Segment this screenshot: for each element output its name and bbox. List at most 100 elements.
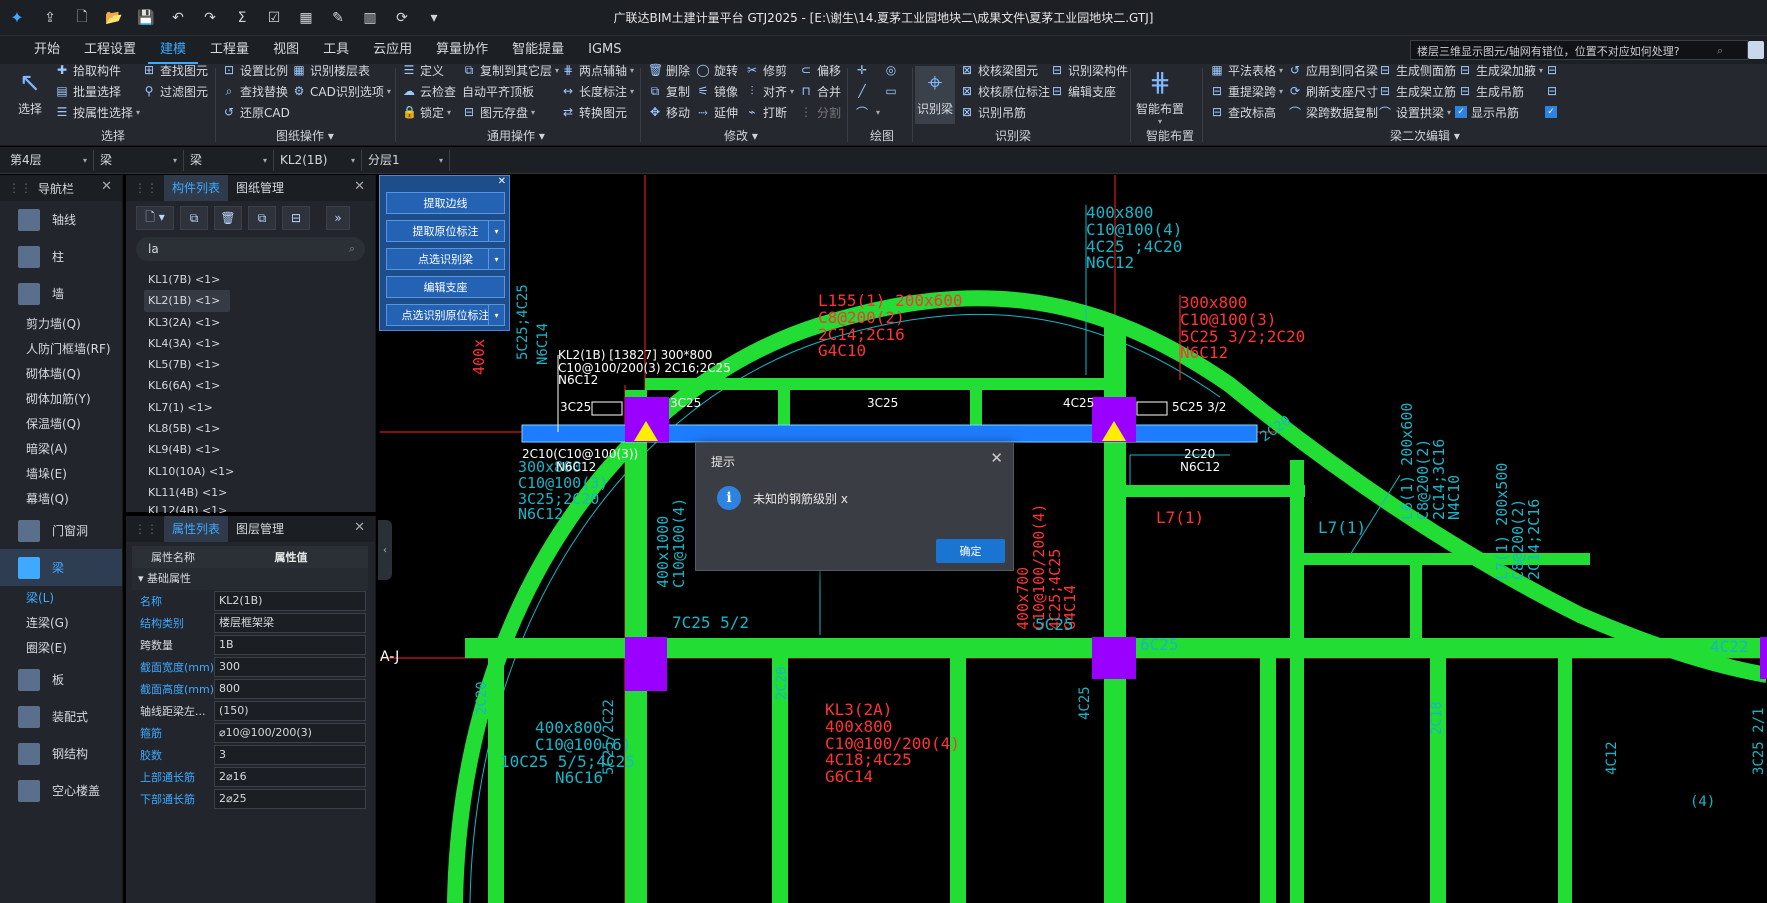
merge-button[interactable]: ⊓ 合并	[799, 81, 841, 101]
cad-options-button[interactable]: ⚙ CAD识别选项 ▾	[292, 81, 391, 101]
align-button[interactable]: ⫶ 对齐 ▾	[745, 81, 794, 101]
nav-sub-shear-wall[interactable]: 剪力墙(Q)	[0, 312, 122, 337]
define-button[interactable]: ☰ 定义	[402, 60, 444, 80]
lock-button[interactable]: 🔒 锁定 ▾	[402, 102, 451, 122]
check-elevation-button[interactable]: ⊟ 查改标高	[1210, 102, 1276, 122]
close-icon[interactable]: ✕	[498, 176, 506, 187]
recognize-hanger-button[interactable]: ⊠ 识别吊筋	[960, 102, 1026, 122]
new-file-icon[interactable]: 🗋	[66, 4, 98, 32]
layer-select[interactable]: 分层1 ▾	[364, 150, 450, 171]
tab-component-list[interactable]: 构件列表	[164, 175, 229, 201]
cad-label-4c25[interactable]: 4C25	[1077, 686, 1093, 720]
list-item[interactable]: KL11(4B) <1>	[126, 482, 375, 503]
tab-property-list[interactable]: 属性列表	[164, 516, 229, 542]
gen-erect-rebar-button[interactable]: ⊟ 生成架立筋	[1378, 81, 1456, 101]
more-button[interactable]: »	[326, 206, 350, 230]
close-icon[interactable]: ✕	[101, 179, 112, 194]
cad-label-l6[interactable]: L6(1) 200x600 C8@200(2) 2C14;3C16 N4C10	[1398, 403, 1463, 520]
close-icon[interactable]: ✕	[354, 179, 365, 194]
reextract-span-button[interactable]: ⊟ 重提梁跨 ▾	[1210, 81, 1283, 101]
auto-align-slab-button[interactable]: 自动平齐顶板	[462, 81, 534, 101]
length-dimension-button[interactable]: ↔ 长度标注 ▾	[561, 81, 634, 101]
cad-label-mid400[interactable]: 400x700 C10@100/200(4) 4C25;4C25 G4C14	[1014, 504, 1079, 630]
column[interactable]	[625, 637, 667, 691]
list-item[interactable]: KL2(1B) <1>	[144, 290, 230, 312]
delete-component-button[interactable]: 🗑	[214, 206, 242, 230]
cad-label-5c25-32[interactable]: 5C25 3/2	[1172, 401, 1226, 414]
select-by-property-button[interactable]: ☰ 按属性选择 ▾	[55, 102, 140, 122]
cad-label-left400[interactable]: 400x	[470, 339, 488, 375]
find-element-button[interactable]: ⊞ 查找图元	[142, 60, 208, 80]
nav-sub-beam[interactable]: 梁(L)	[0, 586, 122, 611]
column[interactable]	[1760, 637, 1767, 679]
component-search-input[interactable]: la ⌕	[136, 237, 365, 261]
cad-label-5c25v[interactable]: 5C25/2C22	[601, 699, 617, 775]
find-replace-button[interactable]: ⌕ 查找替换	[222, 81, 288, 101]
nav-cat-door-window[interactable]: 门窗洞	[0, 512, 122, 549]
beam[interactable]	[1410, 555, 1422, 658]
break-button[interactable]: ⌁ 打断	[745, 102, 787, 122]
film-icon[interactable]: ▥	[354, 4, 386, 32]
chevron-down-icon[interactable]: ▾	[488, 305, 504, 325]
show-hanger-checkbox[interactable]: ✓ 显示吊筋	[1455, 102, 1519, 122]
help-search-input[interactable]: 楼层三维显示图元/轴网有错位，位置不对应如何处理?	[1410, 40, 1748, 60]
cad-label-n6c14[interactable]: N6C14	[535, 323, 551, 365]
two-point-axis-button[interactable]: ⋕ 两点辅轴 ▾	[561, 60, 634, 80]
cad-label-l7mid[interactable]: L7(1)	[1318, 519, 1366, 537]
nav-cat-steel[interactable]: 钢结构	[0, 735, 122, 772]
cad-label-kl3[interactable]: KL3(2A) 400x800 C10@100/200(4) 4C18;4C25…	[825, 701, 960, 786]
set-arch-beam-button[interactable]: ⌒ 设置拱梁 ▾	[1378, 102, 1451, 122]
beam[interactable]	[778, 390, 790, 425]
more-checkbox-icon[interactable]: ✓	[1545, 102, 1561, 122]
grip-icon[interactable]: ⋮⋮	[8, 181, 32, 195]
panel-collapse-handle[interactable]: ‹	[378, 520, 392, 580]
cad-label-4c25[interactable]: 4C25	[1063, 397, 1094, 410]
rotate-button[interactable]: ◯ 旋转	[696, 60, 738, 80]
tab-layer-management[interactable]: 图层管理	[228, 516, 292, 542]
chevron-down-icon[interactable]: ▾	[488, 221, 504, 241]
refresh-support-size-button[interactable]: ⟳ 刷新支座尺寸	[1288, 81, 1378, 101]
cad-label-2c20-n6[interactable]: 2C20 N6C12	[1180, 448, 1220, 473]
nav-sub-masonry-wall[interactable]: 砌体墙(Q)	[0, 362, 122, 387]
list-item[interactable]: KL8(5B) <1>	[126, 418, 375, 439]
beam[interactable]	[1260, 658, 1276, 903]
more-tools-icon[interactable]: ⊟	[1545, 60, 1563, 80]
recognize-beam-component-button[interactable]: ⊟ 识别梁构件	[1050, 60, 1128, 80]
beam[interactable]	[1558, 658, 1572, 903]
open-folder-icon[interactable]: 📂	[98, 4, 130, 32]
list-item[interactable]: KL6(6A) <1>	[126, 375, 375, 396]
beam[interactable]	[1125, 485, 1305, 497]
cad-canvas[interactable]: L155(1) 200x600 C8@200(2) 2C14;2C16 G4C1…	[380, 175, 1767, 903]
edit-support-float-button[interactable]: 编辑支座	[386, 276, 505, 298]
beam[interactable]	[1290, 553, 1590, 565]
formula-icon[interactable]: Σ	[226, 4, 258, 32]
delete-button[interactable]: 🗑 删除	[648, 60, 690, 80]
cad-label-top400[interactable]: 400x800 C10@100(4) 4C25 ;4C20 N6C12	[1086, 204, 1182, 272]
tab-drawing-management[interactable]: 图纸管理	[228, 175, 292, 201]
cad-label-3c25-a[interactable]: 3C25	[560, 401, 591, 414]
filter-element-button[interactable]: ⚲ 过滤图元	[142, 81, 208, 101]
grid-icon[interactable]: ▦	[290, 4, 322, 32]
list-item[interactable]: KL10(10A) <1>	[126, 461, 375, 482]
beam[interactable]	[1290, 460, 1304, 903]
edit-support-button[interactable]: ⊟ 编辑支座	[1050, 81, 1116, 101]
list-item[interactable]: KL12(4B) <1>	[126, 503, 375, 513]
point-recognize-label-button[interactable]: 点选识别原位标注 ▾	[386, 304, 505, 326]
draw-rect-button[interactable]: ▭	[884, 81, 902, 101]
check-inplace-label-button[interactable]: ⊠ 校核原位标注	[960, 81, 1050, 101]
cloud-check-button[interactable]: ☁ 云检查	[402, 81, 456, 101]
avatar[interactable]	[1748, 41, 1764, 59]
select-button[interactable]: ↖ 选择	[12, 66, 48, 117]
undo-icon[interactable]: ↶	[162, 4, 194, 32]
nav-cat-hollow-floor[interactable]: 空心楼盖	[0, 772, 122, 809]
nav-cat-wall[interactable]: 墙	[0, 275, 122, 312]
pick-component-button[interactable]: ✚ 拾取构件	[55, 60, 121, 80]
cad-label-4c22[interactable]: 4C22	[1710, 638, 1749, 656]
draw-circle-button[interactable]: ◎	[884, 60, 902, 80]
extract-edge-button[interactable]: 提取边线	[386, 192, 505, 214]
cad-label-vert400[interactable]: 400x1000 C10@100(4)	[654, 498, 688, 588]
cad-label-2c20v[interactable]: 2C20	[774, 666, 790, 700]
set-scale-button[interactable]: ⊡ 设置比例	[222, 60, 288, 80]
cad-label-rbot[interactable]: (4)	[1690, 795, 1715, 810]
layer-copy-button[interactable]: ⧉	[248, 206, 276, 230]
